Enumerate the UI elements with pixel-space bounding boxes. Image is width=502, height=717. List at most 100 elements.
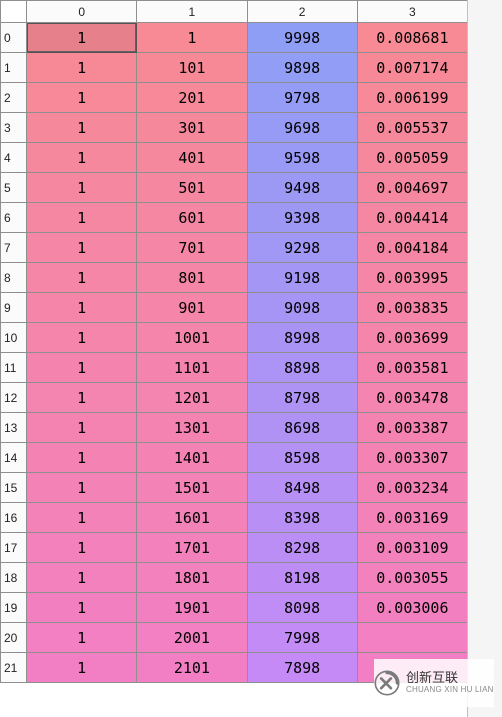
cell[interactable]: 1	[137, 23, 247, 53]
cell[interactable]: 0.004184	[357, 233, 467, 263]
cell[interactable]: 1	[27, 503, 137, 533]
cell[interactable]: 0.003307	[357, 443, 467, 473]
cell[interactable]: 0.005059	[357, 143, 467, 173]
cell[interactable]	[357, 623, 467, 653]
cell[interactable]: 8898	[247, 353, 357, 383]
row-header[interactable]: 17	[1, 533, 27, 563]
corner-cell[interactable]	[1, 1, 27, 23]
cell[interactable]: 1	[27, 173, 137, 203]
cell[interactable]: 0.003835	[357, 293, 467, 323]
cell[interactable]: 801	[137, 263, 247, 293]
cell[interactable]: 8498	[247, 473, 357, 503]
cell[interactable]: 8298	[247, 533, 357, 563]
cell[interactable]: 9098	[247, 293, 357, 323]
cell[interactable]	[357, 653, 467, 683]
cell[interactable]: 1801	[137, 563, 247, 593]
row-header[interactable]: 16	[1, 503, 27, 533]
row-header[interactable]: 15	[1, 473, 27, 503]
row-header[interactable]: 0	[1, 23, 27, 53]
cell[interactable]: 901	[137, 293, 247, 323]
data-grid[interactable]: 012301199980.0086811110198980.0071742120…	[0, 0, 468, 683]
cell[interactable]: 9298	[247, 233, 357, 263]
cell[interactable]: 601	[137, 203, 247, 233]
cell[interactable]: 0.003109	[357, 533, 467, 563]
cell[interactable]: 1301	[137, 413, 247, 443]
cell[interactable]: 701	[137, 233, 247, 263]
cell[interactable]: 0.003581	[357, 353, 467, 383]
cell[interactable]: 9598	[247, 143, 357, 173]
row-header[interactable]: 7	[1, 233, 27, 263]
cell[interactable]: 0.003478	[357, 383, 467, 413]
cell[interactable]: 0.003234	[357, 473, 467, 503]
row-header[interactable]: 13	[1, 413, 27, 443]
cell[interactable]: 1	[27, 23, 137, 53]
cell[interactable]: 1	[27, 113, 137, 143]
cell[interactable]: 0.003006	[357, 593, 467, 623]
row-header[interactable]: 2	[1, 83, 27, 113]
cell[interactable]: 0.006199	[357, 83, 467, 113]
cell[interactable]: 7998	[247, 623, 357, 653]
row-header[interactable]: 4	[1, 143, 27, 173]
cell[interactable]: 1	[27, 383, 137, 413]
scroll-gutter[interactable]	[467, 0, 502, 717]
cell[interactable]: 8998	[247, 323, 357, 353]
row-header[interactable]: 20	[1, 623, 27, 653]
cell[interactable]: 1901	[137, 593, 247, 623]
cell[interactable]: 7898	[247, 653, 357, 683]
cell[interactable]: 0.003169	[357, 503, 467, 533]
cell[interactable]: 8198	[247, 563, 357, 593]
cell[interactable]: 1	[27, 263, 137, 293]
cell[interactable]: 1501	[137, 473, 247, 503]
cell[interactable]: 1401	[137, 443, 247, 473]
cell[interactable]: 1	[27, 53, 137, 83]
cell[interactable]: 2001	[137, 623, 247, 653]
cell[interactable]: 401	[137, 143, 247, 173]
cell[interactable]: 1	[27, 623, 137, 653]
cell[interactable]: 0.005537	[357, 113, 467, 143]
cell[interactable]: 1	[27, 203, 137, 233]
cell[interactable]: 501	[137, 173, 247, 203]
row-header[interactable]: 3	[1, 113, 27, 143]
cell[interactable]: 0.003699	[357, 323, 467, 353]
cell[interactable]: 9998	[247, 23, 357, 53]
cell[interactable]: 1	[27, 83, 137, 113]
row-header[interactable]: 21	[1, 653, 27, 683]
cell[interactable]: 9798	[247, 83, 357, 113]
cell[interactable]: 0.004414	[357, 203, 467, 233]
cell[interactable]: 8398	[247, 503, 357, 533]
cell[interactable]: 9698	[247, 113, 357, 143]
cell[interactable]: 1	[27, 353, 137, 383]
cell[interactable]: 1	[27, 593, 137, 623]
cell[interactable]: 1001	[137, 323, 247, 353]
row-header[interactable]: 14	[1, 443, 27, 473]
cell[interactable]: 2101	[137, 653, 247, 683]
cell[interactable]: 1	[27, 473, 137, 503]
cell[interactable]: 0.007174	[357, 53, 467, 83]
cell[interactable]: 1601	[137, 503, 247, 533]
cell[interactable]: 9898	[247, 53, 357, 83]
row-header[interactable]: 9	[1, 293, 27, 323]
cell[interactable]: 1	[27, 323, 137, 353]
row-header[interactable]: 11	[1, 353, 27, 383]
cell[interactable]: 1	[27, 233, 137, 263]
cell[interactable]: 8098	[247, 593, 357, 623]
cell[interactable]: 1201	[137, 383, 247, 413]
cell[interactable]: 1	[27, 443, 137, 473]
cell[interactable]: 1	[27, 563, 137, 593]
row-header[interactable]: 10	[1, 323, 27, 353]
row-header[interactable]: 12	[1, 383, 27, 413]
column-header[interactable]: 3	[357, 1, 467, 23]
cell[interactable]: 8598	[247, 443, 357, 473]
cell[interactable]: 1	[27, 653, 137, 683]
cell[interactable]: 8798	[247, 383, 357, 413]
column-header[interactable]: 0	[27, 1, 137, 23]
cell[interactable]: 0.003995	[357, 263, 467, 293]
cell[interactable]: 0.004697	[357, 173, 467, 203]
cell[interactable]: 9498	[247, 173, 357, 203]
cell[interactable]: 9198	[247, 263, 357, 293]
row-header[interactable]: 8	[1, 263, 27, 293]
cell[interactable]: 0.008681	[357, 23, 467, 53]
cell[interactable]: 1	[27, 293, 137, 323]
cell[interactable]: 1	[27, 413, 137, 443]
cell[interactable]: 0.003055	[357, 563, 467, 593]
